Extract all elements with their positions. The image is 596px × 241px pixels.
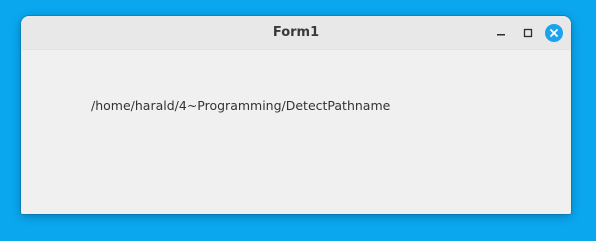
window-controls: [491, 23, 563, 43]
window-title: Form1: [272, 25, 320, 40]
form-content: /home/harald/4~Programming/DetectPathnam…: [21, 50, 571, 214]
minimize-button[interactable]: [491, 23, 511, 43]
minimize-icon: [497, 34, 505, 36]
close-button[interactable]: [545, 24, 563, 42]
close-icon: [550, 29, 558, 37]
maximize-icon: [523, 28, 533, 38]
title-bar[interactable]: Form1: [21, 16, 571, 50]
path-label: /home/harald/4~Programming/DetectPathnam…: [91, 98, 391, 113]
form1-window: Form1 /home/harald/4~Programming/DetectP…: [21, 16, 571, 214]
maximize-button[interactable]: [518, 23, 538, 43]
desktop: Form1 /home/harald/4~Programming/DetectP…: [0, 0, 596, 241]
